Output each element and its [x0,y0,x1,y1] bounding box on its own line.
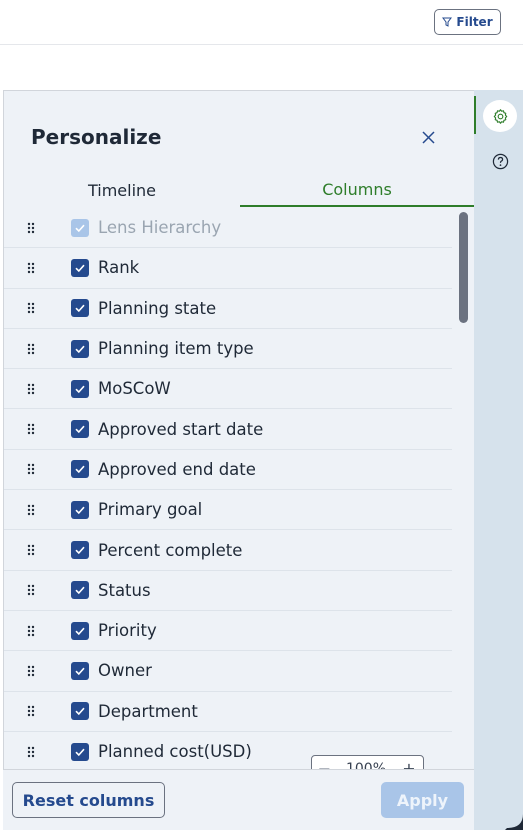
tab-timeline[interactable]: Timeline [4,173,240,207]
drag-handle-icon[interactable] [25,704,37,718]
column-row[interactable]: Percent complete [4,530,452,571]
list-scrollbar[interactable] [459,212,468,323]
column-checkbox[interactable] [71,460,89,479]
drag-handle-icon[interactable] [25,624,37,638]
column-row[interactable]: MoSCoW [4,369,452,410]
column-checkbox[interactable] [71,661,89,680]
tab-columns[interactable]: Columns [240,173,474,207]
column-row[interactable]: Approved start date [4,409,452,450]
checkmark-icon [75,345,85,353]
column-row[interactable]: Status [4,571,452,611]
column-checkbox[interactable] [71,702,89,721]
column-checkbox[interactable] [71,339,89,358]
settings-button[interactable] [483,100,517,132]
checkmark-icon [75,304,85,313]
column-checkbox[interactable] [71,500,89,519]
drag-handle-icon[interactable] [25,221,37,235]
column-row[interactable]: Priority [4,611,452,652]
column-row[interactable]: Approved end date [4,450,452,491]
column-checkbox[interactable] [71,420,89,439]
column-label: Approved end date [98,459,256,479]
panel-footer: Reset columns Apply [3,769,474,830]
drag-handle-icon[interactable] [25,543,37,557]
column-label: Planning state [98,298,217,318]
column-checkbox [71,218,89,237]
column-label: Status [98,580,151,600]
drag-handle-icon[interactable] [25,583,37,597]
column-checkbox[interactable] [71,581,89,600]
close-button[interactable] [418,127,438,147]
column-row[interactable]: Owner [4,651,452,692]
top-bar: Filter [0,0,523,45]
column-row[interactable]: Department [4,692,452,732]
help-button[interactable] [491,152,509,170]
column-list: Lens Hierarchy Rank Planning state Planning… [4,208,452,768]
column-label: Lens Hierarchy [98,218,222,238]
panel-title: Personalize [31,125,162,149]
column-label: Department [98,701,198,721]
column-label: Approved start date [98,419,264,439]
filter-label: Filter [456,15,493,29]
checkmark-icon [75,224,85,232]
filter-icon [442,17,453,27]
column-checkbox[interactable] [71,541,89,560]
column-label: Primary goal [98,500,203,520]
reset-columns-button[interactable]: Reset columns [12,782,165,818]
column-row[interactable]: Planning item type [4,329,452,370]
column-label: Percent complete [98,540,243,560]
drag-handle-icon[interactable] [25,422,37,436]
column-label: Priority [98,621,157,641]
apply-button[interactable]: Apply [381,782,464,818]
column-checkbox[interactable] [71,258,89,277]
column-row[interactable]: Planning state [4,289,452,329]
checkmark-icon [75,586,85,595]
column-checkbox[interactable] [71,379,89,398]
drag-handle-icon[interactable] [25,503,37,517]
checkmark-icon [75,707,85,716]
checkmark-icon [75,627,85,635]
checkmark-icon [75,425,85,434]
checkmark-icon [75,264,85,273]
help-icon [492,153,508,169]
checkmark-icon [75,546,85,555]
tab-bar: Timeline Columns [4,173,474,207]
column-row[interactable]: Primary goal [4,490,452,531]
column-label: Planned cost(USD) [98,742,252,761]
checkmark-icon [75,506,85,514]
column-checkbox[interactable] [71,621,89,640]
column-label: Planning item type [98,339,254,359]
column-checkbox[interactable] [71,742,89,761]
gear-icon [493,108,507,124]
rail-active-indicator [474,96,476,134]
column-label: Rank [98,258,140,278]
drag-handle-icon[interactable] [25,745,37,759]
drag-handle-icon[interactable] [25,664,37,678]
column-label: Owner [98,661,152,681]
filter-button[interactable]: Filter [434,9,501,35]
column-checkbox[interactable] [71,299,89,318]
close-icon [421,130,435,144]
checkmark-icon [75,667,85,676]
checkmark-icon [75,466,85,474]
checkmark-icon [75,748,85,756]
drag-handle-icon[interactable] [25,382,37,396]
checkmark-icon [75,385,85,393]
column-row[interactable]: Rank [4,248,452,289]
drag-handle-icon[interactable] [25,462,37,476]
personalize-panel: Personalize Timeline Columns Lens Hierar… [3,90,474,830]
column-row: Lens Hierarchy [4,208,452,249]
drag-handle-icon[interactable] [25,342,37,356]
drag-handle-icon[interactable] [25,261,37,275]
window-corner [505,814,523,830]
column-label: MoSCoW [98,379,171,399]
drag-handle-icon[interactable] [25,301,37,315]
right-rail [474,90,523,830]
